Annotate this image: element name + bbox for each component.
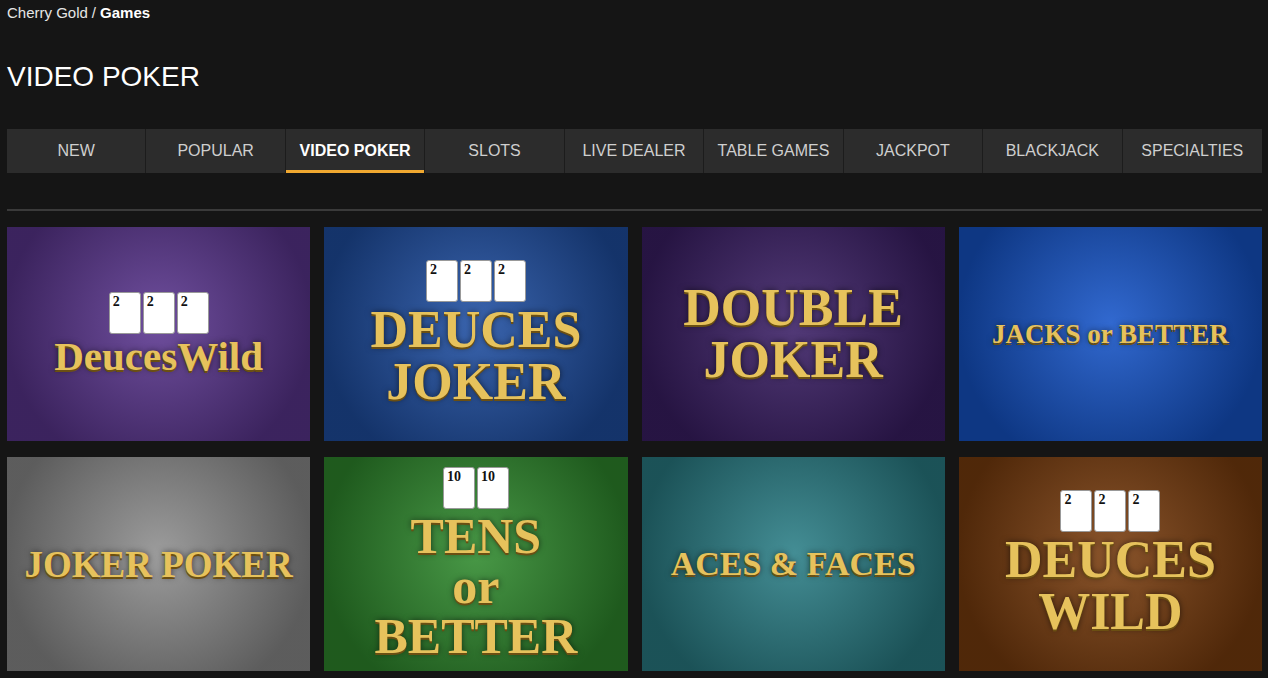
category-tab[interactable]: SLOTS — [425, 129, 564, 173]
category-tab[interactable]: NEW — [7, 129, 146, 173]
tab-label: BLACKJACK — [1006, 142, 1099, 160]
game-title: JACKS or BETTER — [986, 321, 1235, 348]
game-tile[interactable]: 2 2 2 DEUCESWILD — [959, 457, 1262, 671]
game-grid: 222 DeucesWild 222 DEUCESJOKER DOUBLEJOK… — [7, 227, 1262, 671]
playing-card: 10 — [443, 467, 475, 509]
game-title: TENSorBETTER — [368, 511, 583, 661]
tile-background — [7, 227, 310, 441]
card-rank: 2 — [1098, 493, 1105, 507]
game-title-line: DEUCES — [1005, 534, 1216, 586]
card-rank: 2 — [147, 295, 154, 309]
game-title: DEUCESWILD — [999, 534, 1222, 638]
game-title-line: BETTER — [374, 611, 577, 661]
category-tab[interactable]: POPULAR — [146, 129, 285, 173]
game-title-line: WILD — [1005, 586, 1216, 638]
game-title: ACES & FACES — [665, 547, 922, 581]
game-title: DOUBLEJOKER — [677, 282, 909, 386]
card-rank: 2 — [464, 263, 471, 277]
game-title-line: JOKER — [370, 356, 581, 408]
breadcrumb-current: Games — [100, 3, 150, 22]
game-title: DeucesWild — [48, 336, 269, 377]
game-title-line: JOKER — [683, 334, 903, 386]
game-title: JOKER POKER — [18, 546, 298, 583]
playing-card: 2 — [109, 292, 141, 334]
category-tab[interactable]: JACKPOT — [844, 129, 983, 173]
game-title-line: ACES & FACES — [671, 547, 916, 581]
tab-label: LIVE DEALER — [582, 142, 685, 160]
game-tile[interactable]: 2 2 2 DEUCESJOKER — [324, 227, 627, 441]
game-title-line: DEUCES — [370, 304, 581, 356]
game-tile[interactable]: JACKS or BETTER — [959, 227, 1262, 441]
game-title-line: JACKS or BETTER — [992, 321, 1229, 348]
card-rank: 2 — [1132, 493, 1139, 507]
game-title-line: TENS — [374, 511, 577, 561]
tab-label: VIDEO POKER — [300, 142, 411, 160]
game-tile[interactable]: 10 10 TENSorBETTER — [324, 457, 627, 671]
card-rank: 2 — [181, 295, 188, 309]
category-tab[interactable]: BLACKJACK — [983, 129, 1122, 173]
category-tab[interactable]: TABLE GAMES — [704, 129, 843, 173]
category-tab[interactable]: LIVE DEALER — [565, 129, 704, 173]
tab-label: SLOTS — [468, 142, 520, 160]
category-tab[interactable]: SPECIALTIES — [1123, 129, 1262, 173]
game-title-line: DeucesWild — [54, 336, 263, 377]
card-rank: 10 — [481, 470, 495, 484]
category-tab[interactable]: VIDEO POKER — [286, 129, 425, 173]
playing-card: 2 — [177, 292, 209, 334]
playing-card: 2 — [1060, 490, 1092, 532]
divider — [7, 209, 1262, 211]
card-rank: 10 — [447, 470, 461, 484]
game-tile[interactable]: ACES & FACES — [642, 457, 945, 671]
card-fan: 2 2 2 — [1060, 490, 1160, 532]
tab-label: JACKPOT — [876, 142, 950, 160]
breadcrumb: Cherry Gold / Games — [7, 0, 1262, 22]
games-page: Cherry Gold / Games VIDEO POKER NEW POPUL… — [0, 0, 1268, 678]
tab-label: NEW — [58, 142, 95, 160]
tab-label: SPECIALTIES — [1141, 142, 1243, 160]
game-title-line: JOKER POKER — [24, 546, 292, 583]
playing-card: 2 — [426, 260, 458, 302]
breadcrumb-site-link[interactable]: Cherry Gold — [7, 3, 88, 22]
card-fan: 2 2 2 — [426, 260, 526, 302]
game-tile[interactable]: DOUBLEJOKER — [642, 227, 945, 441]
card-rank: 2 — [113, 295, 120, 309]
card-rank: 2 — [1064, 493, 1071, 507]
playing-card: 2 — [460, 260, 492, 302]
category-tabs: NEW POPULAR VIDEO POKER SLOTS LIVE DEALER TAB… — [7, 129, 1262, 173]
game-title: DEUCESJOKER — [364, 304, 587, 408]
tab-label: POPULAR — [177, 142, 253, 160]
tab-label: TABLE GAMES — [718, 142, 830, 160]
playing-card: 2 — [1094, 490, 1126, 532]
game-tile[interactable]: JOKER POKER — [7, 457, 310, 671]
game-title-line: or — [374, 561, 577, 611]
game-tile[interactable]: 2 2 2 DeucesWild — [7, 227, 310, 441]
card-rank: 2 — [430, 263, 437, 277]
playing-card: 2 — [494, 260, 526, 302]
playing-card: 10 — [477, 467, 509, 509]
game-title-line: DOUBLE — [683, 282, 903, 334]
playing-card: 2 — [1128, 490, 1160, 532]
playing-card: 2 — [143, 292, 175, 334]
page-heading: VIDEO POKER — [7, 60, 1262, 94]
card-rank: 2 — [498, 263, 505, 277]
card-fan: 2 2 2 — [109, 292, 209, 334]
card-fan: 10 10 — [443, 467, 509, 509]
breadcrumb-separator: / — [92, 3, 96, 22]
